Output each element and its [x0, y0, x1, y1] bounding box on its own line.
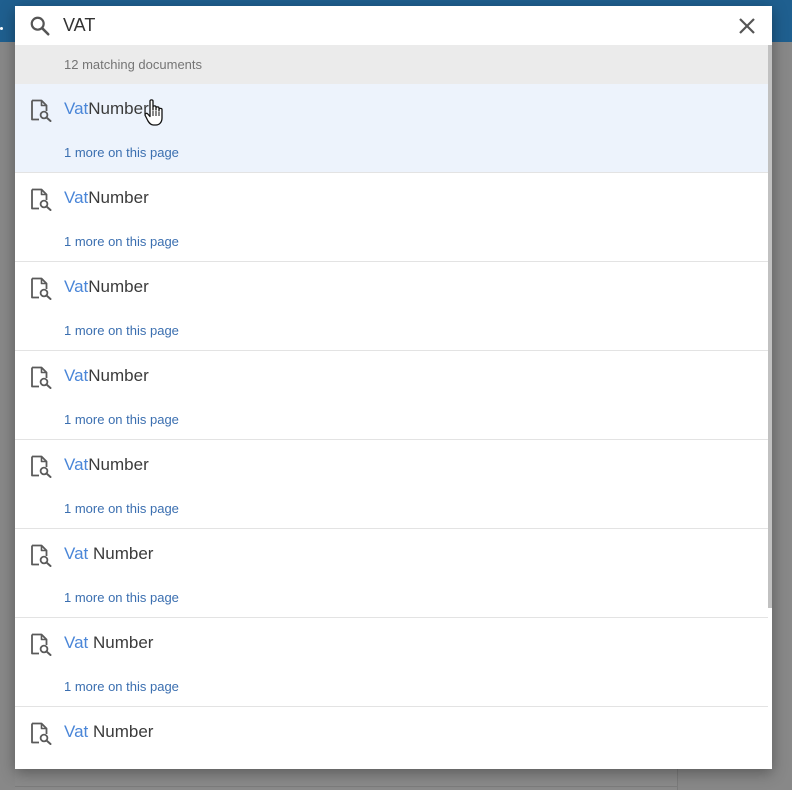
result-title[interactable]: VatNumber [64, 99, 149, 119]
document-search-icon [31, 277, 52, 300]
document-search-icon [31, 188, 52, 211]
document-search-icon [31, 366, 52, 389]
search-dialog: 12 matching documents VatNumber1 more on… [15, 6, 772, 769]
result-count: 12 matching documents [15, 45, 768, 84]
result-title-rest: Number [88, 277, 149, 296]
result-title-rest: Number [88, 722, 154, 741]
scrollbar-thumb[interactable] [768, 45, 772, 608]
result-title[interactable]: Vat Number [64, 633, 153, 653]
search-input[interactable] [63, 9, 723, 41]
more-on-page-link[interactable]: 1 more on this page [64, 501, 179, 516]
background-divider [15, 786, 677, 787]
result-title-match: Vat [64, 277, 89, 296]
result-title-rest: Number [88, 633, 154, 652]
more-on-page-link[interactable]: 1 more on this page [64, 590, 179, 605]
result-title[interactable]: VatNumber [64, 277, 149, 297]
search-result-item[interactable]: Vat Number 1 more on this page [15, 529, 768, 618]
document-search-icon [31, 633, 52, 656]
result-title[interactable]: VatNumber [64, 188, 149, 208]
document-search-icon [31, 722, 52, 745]
search-result-item[interactable]: Vat Number [15, 707, 768, 769]
more-on-page-link[interactable]: 1 more on this page [64, 145, 179, 160]
result-title-match: Vat [64, 188, 89, 207]
result-list: VatNumber 1 more on this page VatNumber 1 m… [15, 84, 768, 769]
result-title[interactable]: VatNumber [64, 455, 149, 475]
result-title[interactable]: VatNumber [64, 366, 149, 386]
search-result-item[interactable]: VatNumber 1 more on this page [15, 84, 768, 173]
result-title-rest: Number [88, 455, 149, 474]
more-on-page-link[interactable]: 1 more on this page [64, 412, 179, 427]
results-scrollbar[interactable] [768, 45, 772, 769]
search-result-item[interactable]: VatNumber 1 more on this page [15, 351, 768, 440]
search-result-item[interactable]: VatNumber 1 more on this page [15, 262, 768, 351]
search-icon [30, 16, 50, 36]
result-title-rest: Number [88, 366, 149, 385]
result-title-match: Vat [64, 455, 89, 474]
result-title-rest: Number [88, 544, 154, 563]
more-on-page-link[interactable]: 1 more on this page [64, 323, 179, 338]
search-bar [15, 6, 772, 45]
result-title-match: Vat [64, 366, 89, 385]
result-title-match: Vat [64, 722, 89, 741]
search-result-item[interactable]: VatNumber 1 more on this page [15, 173, 768, 262]
result-title[interactable]: Vat Number [64, 544, 153, 564]
more-on-page-link[interactable]: 1 more on this page [64, 234, 179, 249]
result-title[interactable]: Vat Number [64, 722, 153, 742]
more-on-page-link[interactable]: 1 more on this page [64, 679, 179, 694]
result-title-match: Vat [64, 99, 89, 118]
result-title-rest: Number [88, 188, 149, 207]
result-title-match: Vat [64, 544, 89, 563]
result-title-rest: Number [88, 99, 149, 118]
search-results: 12 matching documents VatNumber 1 more on… [15, 45, 768, 769]
search-result-item[interactable]: VatNumber 1 more on this page [15, 440, 768, 529]
document-search-icon [31, 455, 52, 478]
search-result-item[interactable]: Vat Number 1 more on this page [15, 618, 768, 707]
close-icon[interactable] [737, 16, 757, 36]
result-title-match: Vat [64, 633, 89, 652]
header-dot [0, 27, 3, 30]
document-search-icon [31, 544, 52, 567]
document-search-icon [31, 99, 52, 122]
